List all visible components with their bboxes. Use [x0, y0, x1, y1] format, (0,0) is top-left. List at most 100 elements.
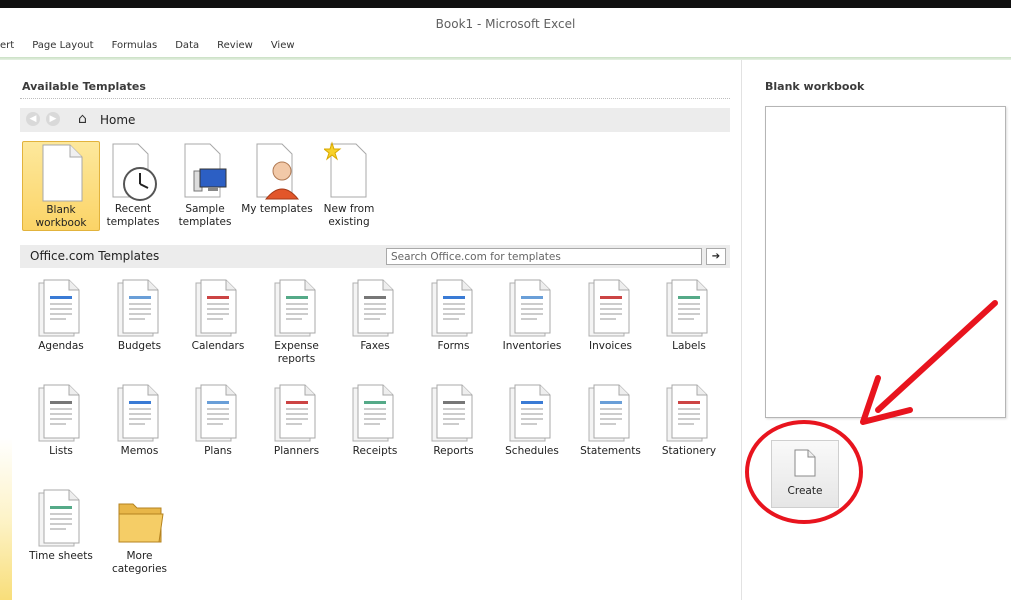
template-plans[interactable]: Plans — [179, 383, 257, 458]
template-calendars[interactable]: Calendars — [179, 278, 257, 353]
template-agendas[interactable]: Agendas — [22, 278, 100, 353]
template-labels[interactable]: Labels — [650, 278, 728, 353]
arrow-right-icon[interactable]: ➔ — [706, 248, 726, 265]
tab-review[interactable]: Review — [217, 40, 253, 58]
template-statements[interactable]: Statements — [572, 383, 650, 458]
template-label-line1: Inventories — [502, 340, 562, 352]
template-lists[interactable]: Lists — [22, 383, 100, 458]
template-label: Plans — [179, 445, 257, 458]
template-label-line1: Schedules — [505, 445, 559, 457]
template-invoices[interactable]: Invoices — [572, 278, 650, 353]
template-label-line1: Forms — [437, 340, 470, 352]
schedules-icon — [509, 384, 551, 442]
sample-templates-icon — [184, 143, 227, 198]
tab-page-layout[interactable]: Page Layout — [32, 40, 93, 58]
template-new-from-existing[interactable]: New from existing — [310, 141, 388, 229]
template-label-line1: Statements — [580, 445, 641, 457]
forward-arrow-icon[interactable]: ▶ — [46, 112, 60, 126]
window-title: Book1 - Microsoft Excel — [435, 17, 576, 31]
template-faxes[interactable]: Faxes — [336, 278, 414, 353]
expense-reports-icon — [274, 279, 315, 337]
statements-icon — [588, 384, 629, 442]
template-sample-templates[interactable]: Sample templates — [166, 141, 244, 229]
template-nav-bar: ◀ ▶ ⌂ Home — [20, 108, 730, 132]
template-label: Memos — [101, 445, 179, 458]
template-receipts[interactable]: Receipts — [336, 383, 414, 458]
forms-icon — [431, 279, 472, 337]
tab-formulas[interactable]: Formulas — [112, 40, 158, 58]
template-budgets[interactable]: Budgets — [101, 278, 179, 353]
template-recent-templates[interactable]: Recent templates — [94, 141, 172, 229]
preview-divider — [741, 60, 742, 600]
receipts-icon — [352, 384, 394, 442]
ribbon-tabs: ert Page Layout Formulas Data Review Vie… — [0, 40, 313, 58]
backstage-left-edge — [0, 60, 12, 600]
create-button[interactable]: Create — [771, 440, 839, 508]
tab-data[interactable]: Data — [175, 40, 199, 58]
section-divider — [20, 98, 730, 99]
template-label: My templates — [238, 203, 316, 216]
template-label-line2: templates — [178, 216, 232, 228]
blank-workbook-icon — [42, 144, 83, 202]
template-label: Schedules — [493, 445, 571, 458]
template-label-line2: templates — [106, 216, 160, 228]
template-label: Budgets — [101, 340, 179, 353]
tab-insert[interactable]: ert — [0, 40, 14, 58]
template-label-line1: Recent — [114, 203, 152, 215]
template-blank-workbook[interactable]: Blank workbook — [22, 141, 100, 231]
lists-icon — [38, 384, 80, 442]
tab-view[interactable]: View — [271, 40, 295, 58]
reports-icon — [431, 384, 472, 442]
search-templates-input[interactable] — [386, 248, 702, 265]
template-my-templates[interactable]: My templates — [238, 141, 316, 216]
template-label: Recent templates — [94, 203, 172, 229]
template-label-line1: Blank — [46, 204, 76, 216]
template-forms[interactable]: Forms — [415, 278, 493, 353]
template-label-line1: Stationery — [661, 445, 717, 457]
template-label-line1: Memos — [120, 445, 159, 457]
template-label-line1: Labels — [672, 340, 706, 352]
preview-title: Blank workbook — [765, 80, 865, 93]
template-label-line1: Invoices — [588, 340, 632, 352]
memos-icon — [117, 384, 158, 442]
create-label: Create — [787, 485, 823, 497]
template-time-sheets[interactable]: Time sheets — [22, 488, 100, 563]
template-label-line1: Budgets — [117, 340, 162, 352]
template-label-line1: Lists — [49, 445, 73, 457]
template-label-line2: workbook — [35, 217, 87, 229]
template-label: More categories — [101, 550, 179, 576]
template-label-line1: Agendas — [38, 340, 84, 352]
template-label-line1: Sample — [185, 203, 225, 215]
template-label: Faxes — [336, 340, 414, 353]
template-label: Invoices — [572, 340, 650, 353]
template-label-line1: Planners — [273, 445, 320, 457]
template-inventories[interactable]: Inventories — [493, 278, 571, 353]
template-label-line1: Receipts — [352, 445, 398, 457]
template-folder[interactable]: More categories — [101, 488, 179, 576]
invoices-icon — [588, 279, 629, 337]
template-label: Calendars — [179, 340, 257, 353]
template-label-line1: Faxes — [360, 340, 390, 352]
template-expense-reports[interactable]: Expense reports — [258, 278, 336, 366]
template-label-line1: Expense — [274, 340, 319, 352]
template-label-line1: Reports — [433, 445, 474, 457]
template-schedules[interactable]: Schedules — [493, 383, 571, 458]
my-templates-icon — [256, 143, 300, 200]
template-memos[interactable]: Memos — [101, 383, 179, 458]
template-label-line1: Time sheets — [29, 550, 93, 562]
window-top-border — [0, 0, 1011, 8]
template-label-line2: existing — [328, 216, 370, 228]
template-label: Sample templates — [166, 203, 244, 229]
template-stationery[interactable]: Stationery — [650, 383, 728, 458]
template-planners[interactable]: Planners — [258, 383, 336, 458]
template-label: Blank workbook — [22, 204, 100, 230]
ribbon-underline — [0, 57, 1011, 60]
template-label: Time sheets — [22, 550, 100, 563]
calendars-icon — [195, 279, 237, 337]
planners-icon — [274, 384, 315, 442]
home-link[interactable]: Home — [100, 113, 135, 127]
stationery-icon — [666, 384, 708, 442]
back-arrow-icon[interactable]: ◀ — [26, 112, 40, 126]
home-icon[interactable]: ⌂ — [78, 111, 87, 127]
template-reports[interactable]: Reports — [415, 383, 493, 458]
